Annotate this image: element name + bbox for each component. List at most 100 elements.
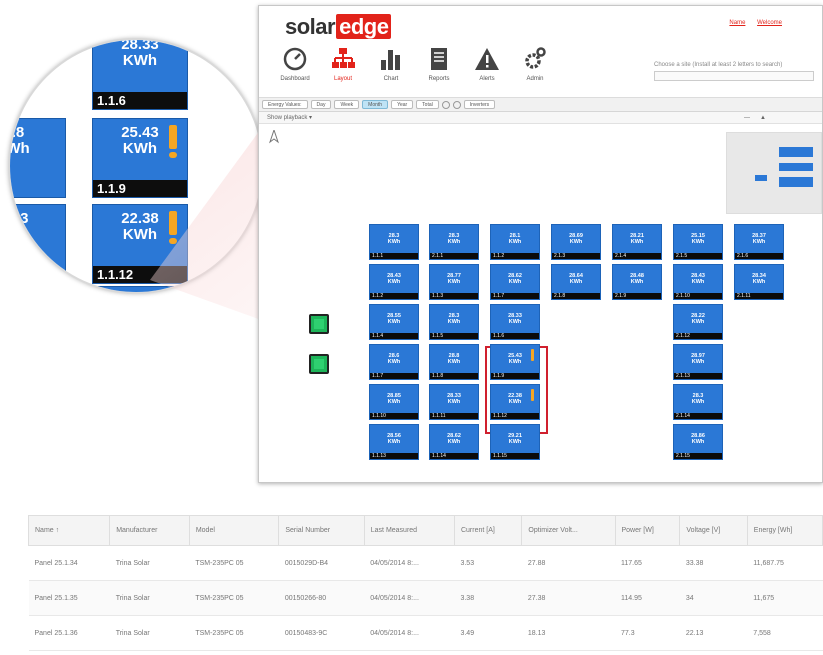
column-header[interactable]: Last Measured	[363, 515, 455, 546]
panel-id-label: 2.1.3	[552, 253, 600, 259]
solar-panel[interactable]: 28.34 KWh 2.1.11	[734, 264, 784, 300]
nav-item-alerts[interactable]: Alerts	[465, 46, 509, 82]
panel-id-label: 1.1.7	[491, 293, 539, 299]
solar-panel[interactable]: 28.55 KWh 1.1.4	[369, 304, 419, 340]
tab-inverters[interactable]: Inverters	[463, 100, 496, 109]
tab-year[interactable]: Year	[391, 100, 414, 109]
inverter-icon[interactable]	[309, 354, 329, 374]
column-header[interactable]: Model	[188, 515, 280, 546]
solar-panel[interactable]: 28.69 KWh 2.1.3	[551, 224, 601, 260]
nav-item-reports[interactable]: Reports	[417, 46, 461, 82]
solar-panel[interactable]: 28.6 KWh 1.1.7	[369, 344, 419, 380]
column-header[interactable]: Name ↑	[27, 515, 111, 546]
panel-energy-value: 28.48 KWh	[630, 273, 644, 285]
warning-filter-icon[interactable]: ▲	[760, 112, 766, 124]
solar-panel[interactable]: 28.37 KWh 2.1.6	[734, 224, 784, 260]
solar-panel[interactable]: 28.85 KWh 1.1.10	[369, 384, 419, 420]
table-row[interactable]: Panel 25.1.35 Trina Solar TSM-235PC 05 0015…	[28, 580, 823, 616]
top-link-welcome[interactable]: Welcome	[757, 20, 782, 26]
zoomed-panel: 25.43 KWh 1.1.9	[92, 118, 188, 198]
solar-panel[interactable]: 22.38 KWh 1.1.12	[490, 384, 540, 420]
panel-id-label: 2.1.6	[735, 253, 783, 259]
table-cell: 18.13	[521, 615, 615, 651]
site-search-input[interactable]	[654, 71, 814, 81]
panel-energy-value: 29.21 KWh	[508, 433, 522, 445]
layout-tree-icon	[321, 46, 365, 72]
tab-month[interactable]: Month	[362, 100, 389, 109]
solar-panel[interactable]: 28.43 KWh 1.1.2	[369, 264, 419, 300]
tab-total[interactable]: Total	[416, 100, 439, 109]
solar-panel[interactable]: 29.21 KWh 1.1.15	[490, 424, 540, 460]
column-header[interactable]: Serial Number	[278, 515, 365, 546]
minimize-icon[interactable]: —	[744, 112, 750, 124]
solar-panel[interactable]: 25.43 KWh 1.1.9	[490, 344, 540, 380]
table-row[interactable]: Panel 25.1.36 Trina Solar TSM-235PC 05 0015…	[28, 615, 823, 651]
solar-panel[interactable]: 28.48 KWh 2.1.9	[612, 264, 662, 300]
nav-item-layout[interactable]: Layout	[321, 46, 365, 82]
panel-id-label: 1.1.6	[491, 333, 539, 339]
solar-panel[interactable]: 28.33 KWh 1.1.6	[490, 304, 540, 340]
table-cell: 11,675	[747, 580, 823, 616]
panel-energy-value: 28.77 KWh	[447, 273, 461, 285]
panel-id-label: 1.1.15	[491, 453, 539, 459]
panel-id-label: 2.1.10	[674, 293, 722, 299]
solar-panel[interactable]: 28.33 KWh 1.1.11	[429, 384, 479, 420]
panel-energy-value: 28.33 KWh	[508, 313, 522, 325]
solar-panel[interactable]: 28.97 KWh 2.1.13	[673, 344, 723, 380]
solar-panel[interactable]: 28.64 KWh 2.1.8	[551, 264, 601, 300]
table-cell: 117.65	[615, 545, 680, 581]
column-header[interactable]: Power [W]	[614, 515, 681, 546]
report-book-icon	[417, 46, 461, 72]
show-playback-toggle[interactable]: Show playback ▾	[267, 115, 312, 121]
tab-week[interactable]: Week	[334, 100, 360, 109]
solar-panel[interactable]: 28.43 KWh 2.1.10	[673, 264, 723, 300]
top-link-name[interactable]: Name	[729, 20, 745, 26]
inverter-icon[interactable]	[309, 314, 329, 334]
solar-panel[interactable]: 28.86 KWh 2.1.15	[673, 424, 723, 460]
panel-energy-value: 28.62 KWh	[508, 273, 522, 285]
solar-panel[interactable]: 28.77 KWh 1.1.3	[429, 264, 479, 300]
solar-panel[interactable]: 28.56 KWh 1.1.13	[369, 424, 419, 460]
warning-icon	[531, 349, 534, 361]
main-nav: Dashboard Layout Chart Reports Alerts Admin	[273, 46, 561, 82]
zoomed-panel-value: .53 h	[8, 210, 29, 243]
solar-panel[interactable]: 28.1 KWh 1.1.2	[490, 224, 540, 260]
solar-panel[interactable]: 28.3 KWh 1.1.1	[369, 224, 419, 260]
column-header[interactable]: Manufacturer	[109, 515, 190, 546]
solar-panel[interactable]: 28.62 KWh 1.1.7	[490, 264, 540, 300]
tab-day[interactable]: Day	[310, 100, 332, 109]
panel-id-label: 2.1.11	[735, 293, 783, 299]
panel-table: Name ↑ Manufacturer Model Serial Number Last…	[27, 515, 823, 651]
solar-panel[interactable]: 28.62 KWh 1.1.14	[429, 424, 479, 460]
solar-panel[interactable]: 28.22 KWh 2.1.12	[673, 304, 723, 340]
download-icon[interactable]	[452, 100, 461, 109]
solar-panel[interactable]: 28.21 KWh 2.1.4	[612, 224, 662, 260]
nav-item-chart[interactable]: Chart	[369, 46, 413, 82]
panel-energy-value: 25.15 KWh	[691, 233, 705, 245]
solar-panel[interactable]: 28.8 KWh 1.1.8	[429, 344, 479, 380]
table-cell: TSM-235PC 05	[189, 580, 279, 616]
column-header[interactable]: Current [A]	[453, 515, 523, 546]
minimap[interactable]	[726, 132, 822, 214]
zoomed-panel-label: 1.1.6	[93, 92, 187, 109]
nav-item-admin[interactable]: Admin	[513, 46, 557, 82]
nav-item-dashboard[interactable]: Dashboard	[273, 46, 317, 82]
panel-id-label: 1.1.10	[370, 413, 418, 419]
panel-id-label: 2.1.4	[613, 253, 661, 259]
table-cell: Panel 25.1.36	[28, 615, 110, 651]
solar-panel[interactable]: 28.3 KWh 2.1.14	[673, 384, 723, 420]
column-header[interactable]: Voltage [V]	[679, 515, 748, 546]
panel-id-label: 1.1.5	[430, 333, 478, 339]
compass-icon	[269, 128, 279, 146]
table-row[interactable]: Panel 25.1.34 Trina Solar TSM-235PC 05 0015…	[28, 545, 823, 581]
panel-energy-value: 28.3 KWh	[447, 233, 461, 245]
column-header[interactable]: Energy [Wh]	[746, 515, 823, 546]
table-cell: Panel 25.1.35	[28, 580, 110, 616]
column-header[interactable]: Optimizer Volt...	[521, 515, 616, 546]
solar-panel[interactable]: 25.15 KWh 2.1.5	[673, 224, 723, 260]
refresh-icon[interactable]	[441, 100, 450, 109]
layout-canvas[interactable]: 28.3 KWh 1.1.1 28.3 KWh 2.1.1 28.1 KWh 1.1.2 28.6…	[259, 124, 822, 480]
solar-panel[interactable]: 28.3 KWh 1.1.5	[429, 304, 479, 340]
solar-panel[interactable]: 28.3 KWh 2.1.1	[429, 224, 479, 260]
table-cell: 77.3	[615, 615, 680, 651]
